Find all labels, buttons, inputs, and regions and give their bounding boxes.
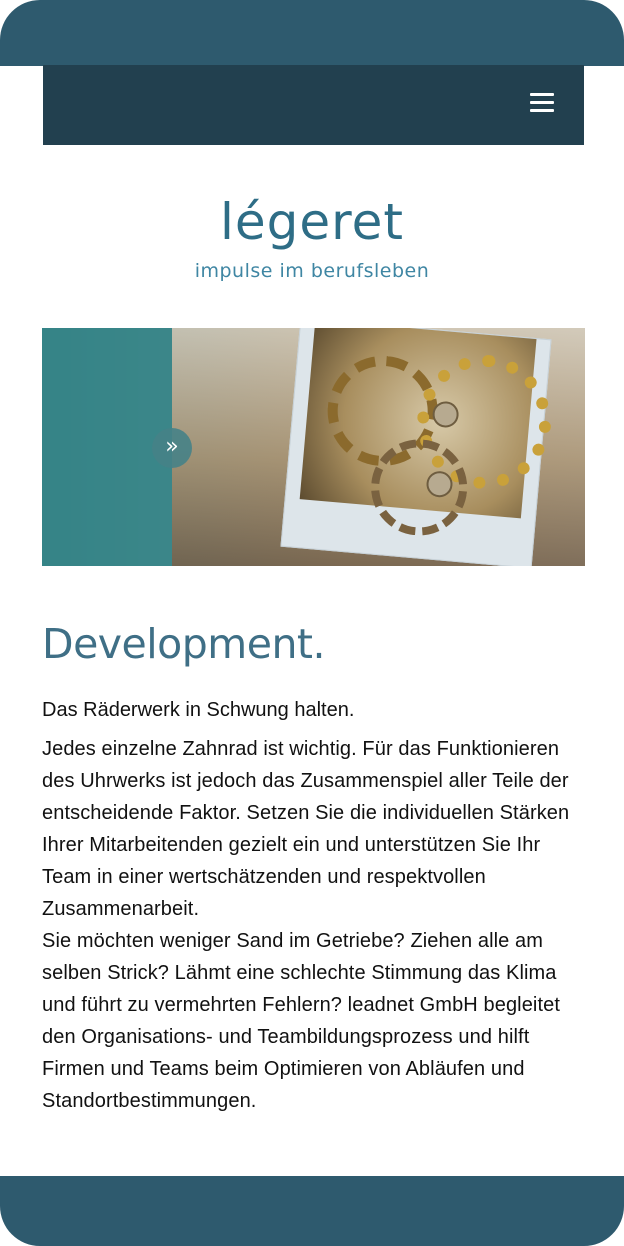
page-title: Development. — [42, 620, 326, 668]
article-content: Development. Das Räderwerk in Schwung ha… — [42, 612, 587, 1117]
top-navbar — [43, 65, 584, 145]
hero-polaroid-photo — [280, 328, 557, 566]
article-paragraph-1: Jedes einzelne Zahnrad ist wichtig. Für … — [42, 738, 570, 920]
hero-image: » — [42, 328, 585, 566]
device-frame-top — [0, 0, 624, 66]
hamburger-menu-icon[interactable] — [530, 93, 554, 113]
clockwork-gears-image — [299, 328, 557, 540]
logo-tagline: impulse im berufsleben — [194, 260, 430, 282]
article-lead: Das Räderwerk in Schwung halten. — [42, 699, 355, 721]
site-logo[interactable]: légeret impulse im berufsleben — [0, 190, 624, 282]
double-chevron-right-icon[interactable]: » — [152, 428, 192, 468]
article-paragraph-2: Sie möchten weniger Sand im Getriebe? Zi… — [42, 930, 561, 1112]
device-frame-bottom — [0, 1176, 624, 1246]
logo-wordmark: légeret — [220, 193, 404, 251]
